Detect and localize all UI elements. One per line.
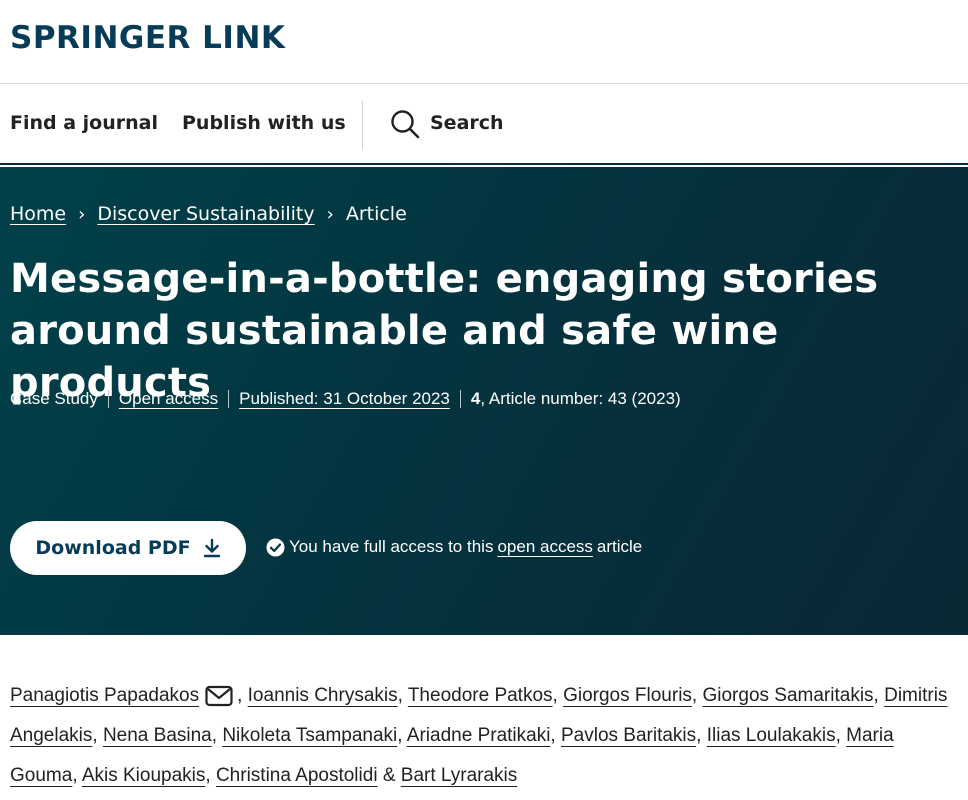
volume-number: 4	[470, 389, 481, 408]
open-access-link[interactable]: Open access	[119, 389, 218, 409]
author-link[interactable]: Pavlos Baritakis	[561, 725, 696, 746]
main-nav: Find a journal Publish with us Search	[0, 84, 968, 165]
author-link[interactable]: Nikoleta Tsampanaki	[222, 725, 397, 746]
access-prefix: You have full access to this	[289, 537, 494, 556]
author-link[interactable]: Theodore Patkos	[408, 685, 553, 706]
breadcrumb-current: Article	[345, 203, 407, 225]
author-link[interactable]: Ilias Loulakakis	[707, 725, 836, 746]
breadcrumb-journal[interactable]: Discover Sustainability	[97, 203, 314, 225]
access-notice: You have full access to this open access…	[266, 537, 642, 557]
springer-link-logo[interactable]: SPRINGER LINK	[10, 20, 285, 56]
mail-icon[interactable]	[205, 685, 233, 707]
site-header: SPRINGER LINK	[0, 0, 968, 84]
published-date-link[interactable]: Published: 31 October 2023	[239, 389, 450, 409]
article-number: , Article number: 43 (2023)	[480, 389, 681, 408]
author-link[interactable]: Ariadne Pratikaki	[407, 725, 551, 746]
meta-separator	[228, 390, 230, 408]
author-link[interactable]: Akis Kioupakis	[82, 765, 206, 786]
download-pdf-label: Download PDF	[35, 537, 191, 559]
download-icon	[203, 538, 220, 558]
author-link[interactable]: Ioannis Chrysakis	[248, 685, 398, 706]
search-button[interactable]: Search	[390, 84, 504, 163]
access-open-access-link[interactable]: open access	[497, 537, 592, 557]
author-link[interactable]: Nena Basina	[103, 725, 212, 746]
find-journal-link[interactable]: Find a journal	[10, 84, 158, 163]
author-link[interactable]: Bart Lyrarakis	[401, 765, 518, 786]
breadcrumb-home[interactable]: Home	[10, 203, 66, 225]
author-link[interactable]: Giorgos Samaritakis	[702, 685, 873, 706]
article-type: Case Study	[10, 389, 98, 408]
breadcrumb: Home › Discover Sustainability › Article	[10, 203, 407, 225]
article-title: Message-in-a-bottle: engaging stories ar…	[10, 256, 879, 406]
search-label: Search	[430, 112, 504, 134]
meta-separator	[107, 390, 109, 408]
chevron-right-icon: ›	[78, 203, 86, 225]
nav-divider	[362, 101, 363, 149]
author-list: Panagiotis Papadakos, Ioannis Chrysakis,…	[10, 685, 948, 786]
chevron-right-icon: ›	[326, 203, 334, 225]
article-meta: Case Study Open access Published: 31 Oct…	[10, 389, 681, 409]
author-link[interactable]: Christina Apostolidi	[216, 765, 378, 786]
check-circle-icon	[266, 538, 285, 556]
author-link[interactable]: Giorgos Flouris	[563, 685, 692, 706]
publish-with-us-link[interactable]: Publish with us	[182, 84, 346, 163]
search-icon	[391, 109, 420, 138]
author-link[interactable]: Panagiotis Papadakos	[10, 685, 199, 706]
access-suffix: article	[596, 537, 643, 556]
meta-separator	[459, 390, 461, 408]
article-hero: Home › Discover Sustainability › Article…	[0, 167, 968, 635]
download-pdf-button[interactable]: Download PDF	[10, 521, 246, 575]
